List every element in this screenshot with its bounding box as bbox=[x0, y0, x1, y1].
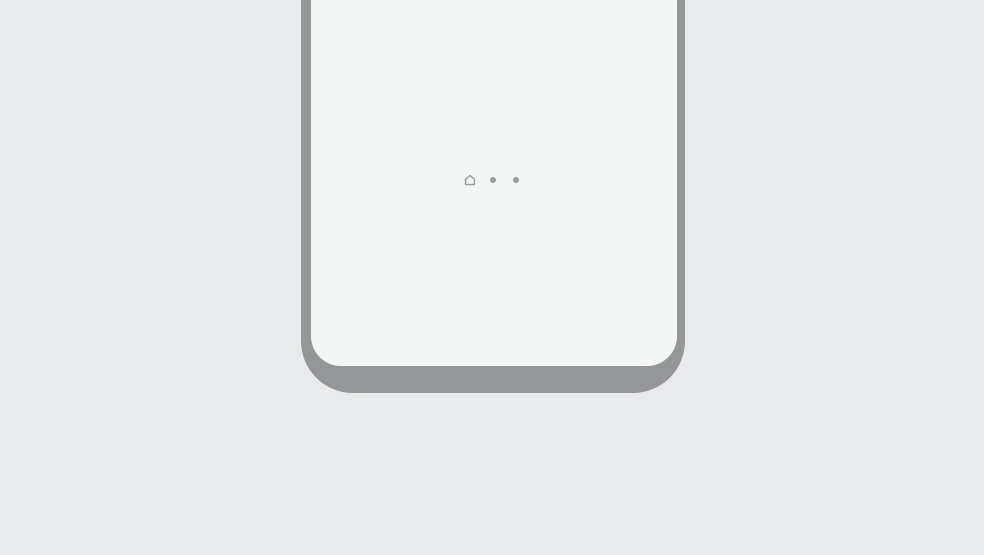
home-icon[interactable] bbox=[463, 173, 477, 187]
page-indicator[interactable] bbox=[463, 173, 519, 187]
screen-background: { "theme": { "background": "#e9eaec", "f… bbox=[0, 0, 984, 555]
page-dot[interactable] bbox=[513, 177, 519, 183]
page-dot[interactable] bbox=[490, 177, 496, 183]
